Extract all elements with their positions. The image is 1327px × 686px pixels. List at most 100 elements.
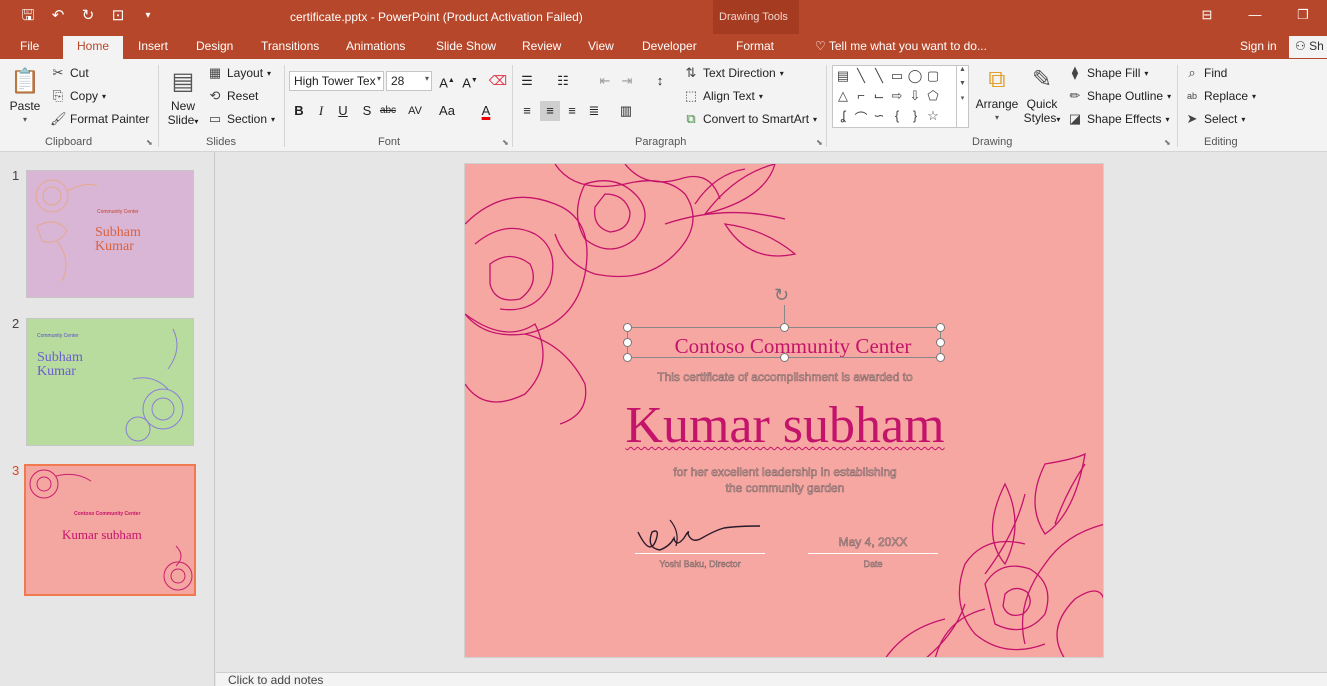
align-text-button[interactable]: ⬚ Align Text ▾ <box>683 88 763 104</box>
decrease-indent-icon[interactable]: ⇤ <box>595 71 615 91</box>
slide-thumbnail-1[interactable]: Community Center Subham Kumar <box>26 170 194 298</box>
slide-canvas[interactable]: Contoso Community Center This certificat… <box>464 163 1104 658</box>
line-shape-icon[interactable]: ╲ <box>871 68 887 84</box>
down-arrow-shape-icon[interactable]: ⇩ <box>907 88 923 104</box>
flowchart-shape-icon[interactable]: ⬠ <box>925 88 941 104</box>
star-shape-icon[interactable]: ☆ <box>925 108 941 124</box>
rectangle-shape-icon[interactable]: ▭ <box>889 68 905 84</box>
find-button[interactable]: ⌕ Find <box>1184 65 1227 81</box>
notes-pane[interactable]: Click to add notes <box>216 672 1327 686</box>
redo-icon[interactable]: ↻ <box>78 6 98 26</box>
resize-handle-n[interactable] <box>780 323 789 332</box>
signature-caption[interactable]: Yoshi Baku, Director <box>635 559 765 570</box>
paragraph-dialog-launcher-icon[interactable]: ⬊ <box>816 138 823 147</box>
columns-icon[interactable]: ▥ <box>616 101 636 121</box>
curve-shape-icon[interactable]: ∽ <box>871 108 887 124</box>
align-center-icon[interactable]: ≡ <box>540 101 560 121</box>
font-size-combo[interactable]: 28 ▾ <box>386 71 432 91</box>
tab-transitions[interactable]: Transitions <box>261 39 319 53</box>
recipient-name[interactable]: Kumar subham <box>465 396 1103 455</box>
paste-button[interactable]: 📋 Paste ▾ <box>6 67 44 127</box>
align-right-icon[interactable]: ≡ <box>562 101 582 121</box>
resize-handle-sw[interactable] <box>623 353 632 362</box>
share-button[interactable]: ⚇ Sh <box>1289 36 1327 58</box>
numbering-icon[interactable]: ☷ <box>553 71 573 91</box>
line-shape-icon[interactable]: ╲ <box>853 68 869 84</box>
rotate-handle-icon[interactable]: ↻ <box>774 285 789 306</box>
tab-format[interactable]: Format <box>736 39 774 53</box>
format-painter-button[interactable]: 🖌 Format Painter <box>50 111 149 127</box>
save-icon[interactable]: 🖫 <box>18 6 38 26</box>
drawing-dialog-launcher-icon[interactable]: ⬊ <box>1164 138 1171 147</box>
tab-insert[interactable]: Insert <box>138 39 168 53</box>
clear-formatting-icon[interactable]: ⌫ <box>488 71 508 91</box>
shape-fill-button[interactable]: ⧫ Shape Fill ▾ <box>1067 65 1149 81</box>
section-button[interactable]: ▭ Section ▾ <box>207 111 275 127</box>
right-brace-icon[interactable]: } <box>907 108 923 123</box>
sign-in-link[interactable]: Sign in <box>1240 39 1277 53</box>
tell-me-search[interactable]: ♡ Tell me what you want to do... <box>815 39 987 53</box>
replace-button[interactable]: ab Replace ▾ <box>1184 88 1256 104</box>
text-shadow-button[interactable]: S <box>357 101 377 121</box>
date-caption[interactable]: Date <box>808 559 938 570</box>
increase-font-size-icon[interactable]: A▲ <box>437 71 457 91</box>
tab-review[interactable]: Review <box>522 39 561 53</box>
text-direction-button[interactable]: ⇅ Text Direction ▾ <box>683 65 784 81</box>
italic-button[interactable]: I <box>311 101 331 121</box>
slide-thumbnail-2[interactable]: Community Center Subham Kumar <box>26 318 194 446</box>
left-brace-icon[interactable]: { <box>889 108 905 123</box>
oval-shape-icon[interactable]: ◯ <box>907 68 923 84</box>
ribbon-display-options-icon[interactable]: ⊟ <box>1183 0 1231 32</box>
underline-button[interactable]: U <box>333 101 353 121</box>
clipboard-dialog-launcher-icon[interactable]: ⬊ <box>146 138 153 147</box>
triangle-shape-icon[interactable]: △ <box>835 88 851 104</box>
arc-shape-icon[interactable]: ⌒ <box>853 108 869 127</box>
customize-qat-icon[interactable]: ▾ <box>138 6 158 26</box>
font-color-button[interactable]: A <box>476 101 496 121</box>
decrease-font-size-icon[interactable]: A▼ <box>460 71 480 91</box>
tab-view[interactable]: View <box>588 39 614 53</box>
elbow-arrow-icon[interactable]: ⌙ <box>871 88 887 104</box>
font-dialog-launcher-icon[interactable]: ⬊ <box>502 138 509 147</box>
textbox-shape-icon[interactable]: ▤ <box>835 68 851 84</box>
convert-smartart-button[interactable]: ⧉ Convert to SmartArt ▾ <box>683 111 817 127</box>
restore-button[interactable]: ❐ <box>1279 0 1327 32</box>
quick-styles-button[interactable]: ✎ Quick Styles▾ <box>1020 65 1064 127</box>
tab-home[interactable]: Home <box>63 36 124 59</box>
awarded-to-line[interactable]: This certificate of accomplishment is aw… <box>465 370 1103 385</box>
font-name-combo[interactable]: High Tower Tex ▾ <box>289 71 384 91</box>
tab-design[interactable]: Design <box>196 39 233 53</box>
right-arrow-shape-icon[interactable]: ⇨ <box>889 88 905 104</box>
increase-indent-icon[interactable]: ⇥ <box>617 71 637 91</box>
character-spacing-button[interactable]: AV <box>402 101 428 121</box>
shape-effects-button[interactable]: ◪ Shape Effects ▾ <box>1067 111 1170 127</box>
bold-button[interactable]: B <box>289 101 309 121</box>
rounded-rectangle-shape-icon[interactable]: ▢ <box>925 68 941 84</box>
resize-handle-se[interactable] <box>936 353 945 362</box>
font-size-dropdown-icon[interactable]: ▾ <box>425 74 429 83</box>
elbow-connector-icon[interactable]: ⌐ <box>853 88 869 103</box>
resize-handle-s[interactable] <box>780 353 789 362</box>
align-left-icon[interactable]: ≡ <box>517 101 537 121</box>
resize-handle-nw[interactable] <box>623 323 632 332</box>
minimize-button[interactable]: — <box>1231 0 1279 32</box>
layout-button[interactable]: ▦ Layout ▾ <box>207 65 271 81</box>
justify-icon[interactable]: ≣ <box>584 101 604 121</box>
slide-thumbnail-3[interactable]: Contoso Community Center Kumar subham <box>24 464 196 596</box>
shapes-gallery-scroll[interactable]: ▲ ▼ ▾ <box>956 66 968 127</box>
shape-outline-button[interactable]: ✏ Shape Outline ▾ <box>1067 88 1172 104</box>
description-text[interactable]: for her excellent leadership in establis… <box>645 464 925 496</box>
copy-button[interactable]: ⎘ Copy ▾ <box>50 88 106 104</box>
tab-file[interactable]: File <box>20 39 39 53</box>
resize-handle-ne[interactable] <box>936 323 945 332</box>
resize-handle-w[interactable] <box>623 338 632 347</box>
bullets-icon[interactable]: ☰ <box>517 71 537 91</box>
font-name-dropdown-icon[interactable]: ▾ <box>377 74 381 83</box>
date-text[interactable]: May 4, 20XX <box>808 535 938 550</box>
line-spacing-icon[interactable]: ↕ <box>650 71 670 91</box>
shapes-gallery[interactable]: ▤ ╲ ╲ ▭ ◯ ▢ △ ⌐ ⌙ ⇨ ⇩ ⬠ ʆ ⌒ ∽ { } ☆ ▲ ▼ ▾ <box>832 65 969 128</box>
cut-button[interactable]: ✂ Cut <box>50 65 89 81</box>
start-slideshow-icon[interactable]: ⊡ <box>108 6 128 26</box>
tab-animations[interactable]: Animations <box>346 39 405 53</box>
change-case-button[interactable]: Aa <box>434 101 460 121</box>
